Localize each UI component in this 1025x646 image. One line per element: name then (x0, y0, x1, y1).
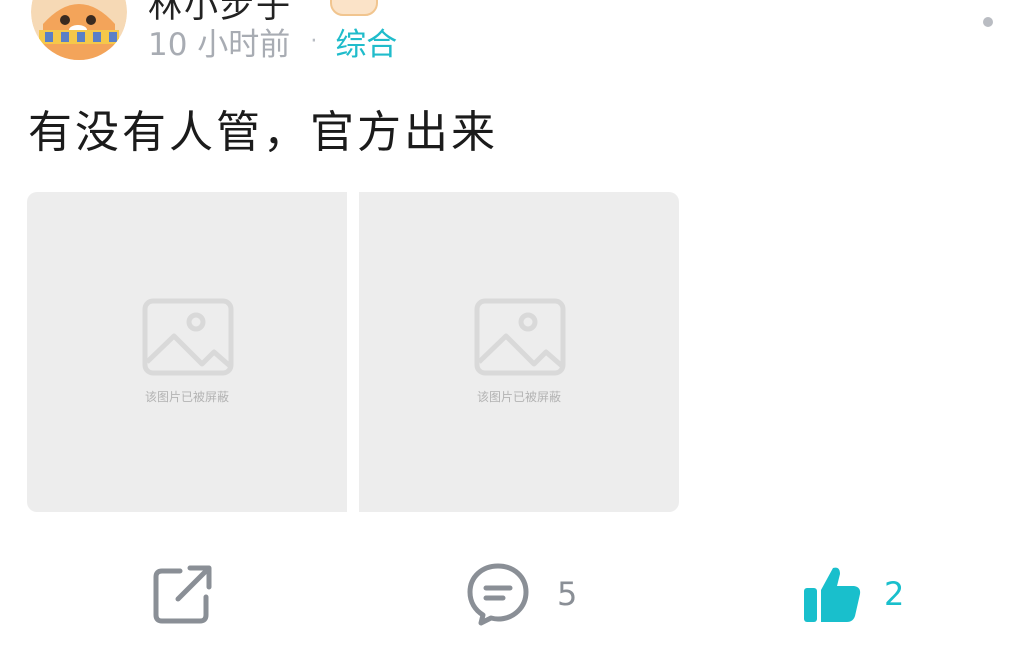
post-meta: 10 小时前 · 综合 (148, 19, 397, 64)
share-button[interactable] (150, 560, 216, 628)
post-time: 10 小时前 (148, 26, 291, 63)
post-text: 有没有人管，官方出来 (28, 107, 498, 158)
comment-count: 5 (557, 575, 578, 613)
image-grid: 该图片已被屏蔽 该图片已被屏蔽 (27, 192, 679, 512)
category-tag[interactable]: 综合 (335, 19, 397, 64)
avatar-image (31, 0, 127, 60)
like-button[interactable]: 2 (802, 560, 904, 628)
comment-bubble-icon (467, 563, 529, 626)
level-badge-icon (330, 0, 378, 16)
meta-separator: · (310, 28, 318, 54)
comment-button[interactable]: 5 (465, 560, 577, 628)
avatar[interactable] (31, 0, 127, 60)
share-external-icon (153, 565, 212, 624)
image-blocked-label: 该图片已被屏蔽 (144, 390, 229, 404)
post-image[interactable]: 该图片已被屏蔽 (359, 192, 679, 512)
image-placeholder-icon (142, 298, 234, 376)
more-options-icon[interactable] (978, 0, 998, 34)
image-blocked-label: 该图片已被屏蔽 (476, 390, 561, 404)
post-image[interactable]: 该图片已被屏蔽 (27, 192, 347, 512)
image-placeholder-icon (474, 298, 566, 376)
like-count: 2 (884, 575, 905, 613)
post-card: 林小步子 10 小时前 · 综合 有没有人管，官方出来 该图片已被屏蔽 该图片已… (0, 0, 1025, 646)
thumbs-up-icon (804, 567, 861, 622)
